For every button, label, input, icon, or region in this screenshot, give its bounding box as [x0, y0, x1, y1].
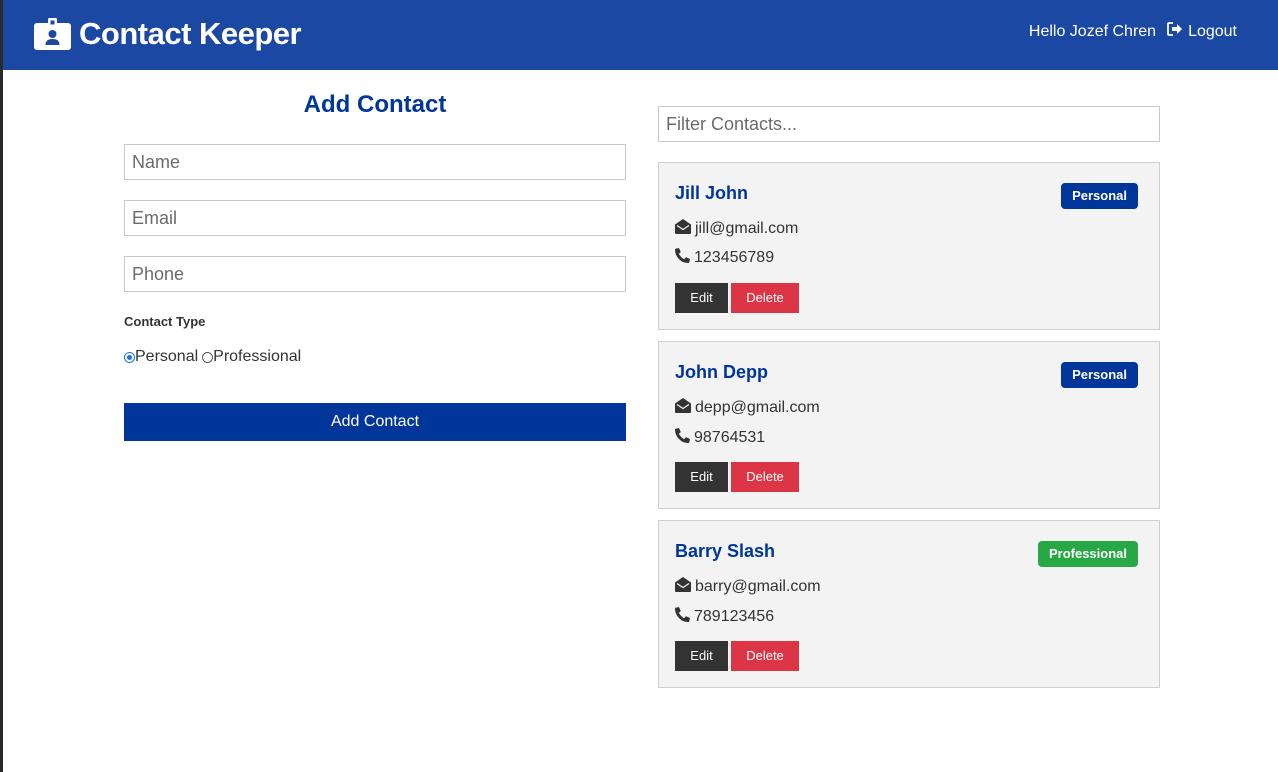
edit-button[interactable]: Edit	[675, 283, 728, 313]
contact-type-label: Contact Type	[124, 314, 206, 329]
add-contact-button[interactable]: Add Contact	[124, 403, 626, 441]
phone-text: 123456789	[694, 249, 775, 266]
app-title: Contact Keeper	[79, 16, 302, 51]
phone-text: 789123456	[694, 608, 775, 625]
phone-icon	[675, 607, 694, 627]
professional-radio[interactable]	[202, 351, 214, 363]
add-contact-form: Add Contact Contact Type Personal Profes…	[124, 88, 626, 441]
contact-type-badge: Personal	[1061, 362, 1138, 388]
contact-phone: 789123456	[675, 607, 774, 627]
envelope-open-icon	[675, 398, 695, 418]
page: Contact Keeper Hello Jozef Chren Logout …	[3, 0, 1278, 772]
nav-right: Hello Jozef Chren Logout	[1029, 22, 1237, 41]
delete-button[interactable]: Delete	[731, 462, 799, 492]
phone-text: 98764531	[694, 429, 766, 446]
contact-email: depp@gmail.com	[675, 398, 820, 418]
brand: Contact Keeper	[34, 14, 302, 54]
contact-list: Jill John Personal jill@gmail.com 123456…	[658, 106, 1160, 688]
form-title: Add Contact	[303, 91, 447, 118]
phone-icon	[675, 248, 694, 268]
logout-link[interactable]: Logout	[1167, 22, 1237, 41]
filter-input[interactable]	[658, 106, 1160, 142]
contact-type-badge: Personal	[1061, 183, 1138, 209]
professional-radio-label: Professional	[213, 348, 302, 365]
delete-button[interactable]: Delete	[731, 641, 799, 671]
edit-button[interactable]: Edit	[675, 462, 728, 492]
contact-name: Barry Slash	[675, 541, 776, 561]
email-input[interactable]	[124, 200, 626, 236]
logout-label: Logout	[1188, 22, 1237, 40]
contact-name: John Depp	[675, 362, 768, 382]
phone-input[interactable]	[124, 256, 626, 292]
personal-radio-label: Personal	[135, 348, 199, 365]
email-text: barry@gmail.com	[695, 578, 821, 595]
envelope-open-icon	[675, 219, 695, 239]
email-text: jill@gmail.com	[695, 220, 799, 237]
email-text: depp@gmail.com	[695, 399, 820, 416]
contact-email: jill@gmail.com	[675, 219, 798, 239]
contact-phone: 123456789	[675, 248, 774, 268]
contact-email: barry@gmail.com	[675, 577, 821, 597]
id-badge-icon	[34, 18, 71, 50]
delete-button[interactable]: Delete	[731, 283, 799, 313]
user-greeting: Hello Jozef Chren	[1028, 22, 1157, 40]
contact-phone: 98764531	[675, 428, 765, 448]
edit-button[interactable]: Edit	[675, 641, 728, 671]
sign-out-icon	[1167, 22, 1188, 41]
contact-name: Jill John	[675, 183, 749, 203]
contact-type-badge: Professional	[1037, 541, 1138, 567]
phone-icon	[675, 428, 694, 448]
name-input[interactable]	[124, 144, 626, 180]
contact-card: Jill John Personal jill@gmail.com 123456…	[658, 162, 1160, 330]
navbar: Contact Keeper Hello Jozef Chren Logout	[3, 0, 1278, 70]
contact-card: John Depp Personal depp@gmail.com 987645…	[658, 341, 1160, 509]
personal-radio[interactable]	[124, 351, 135, 363]
contact-type-options: Personal Professional	[124, 348, 301, 366]
contact-card: Barry Slash Professional barry@gmail.com…	[658, 520, 1160, 688]
envelope-open-icon	[675, 577, 695, 597]
